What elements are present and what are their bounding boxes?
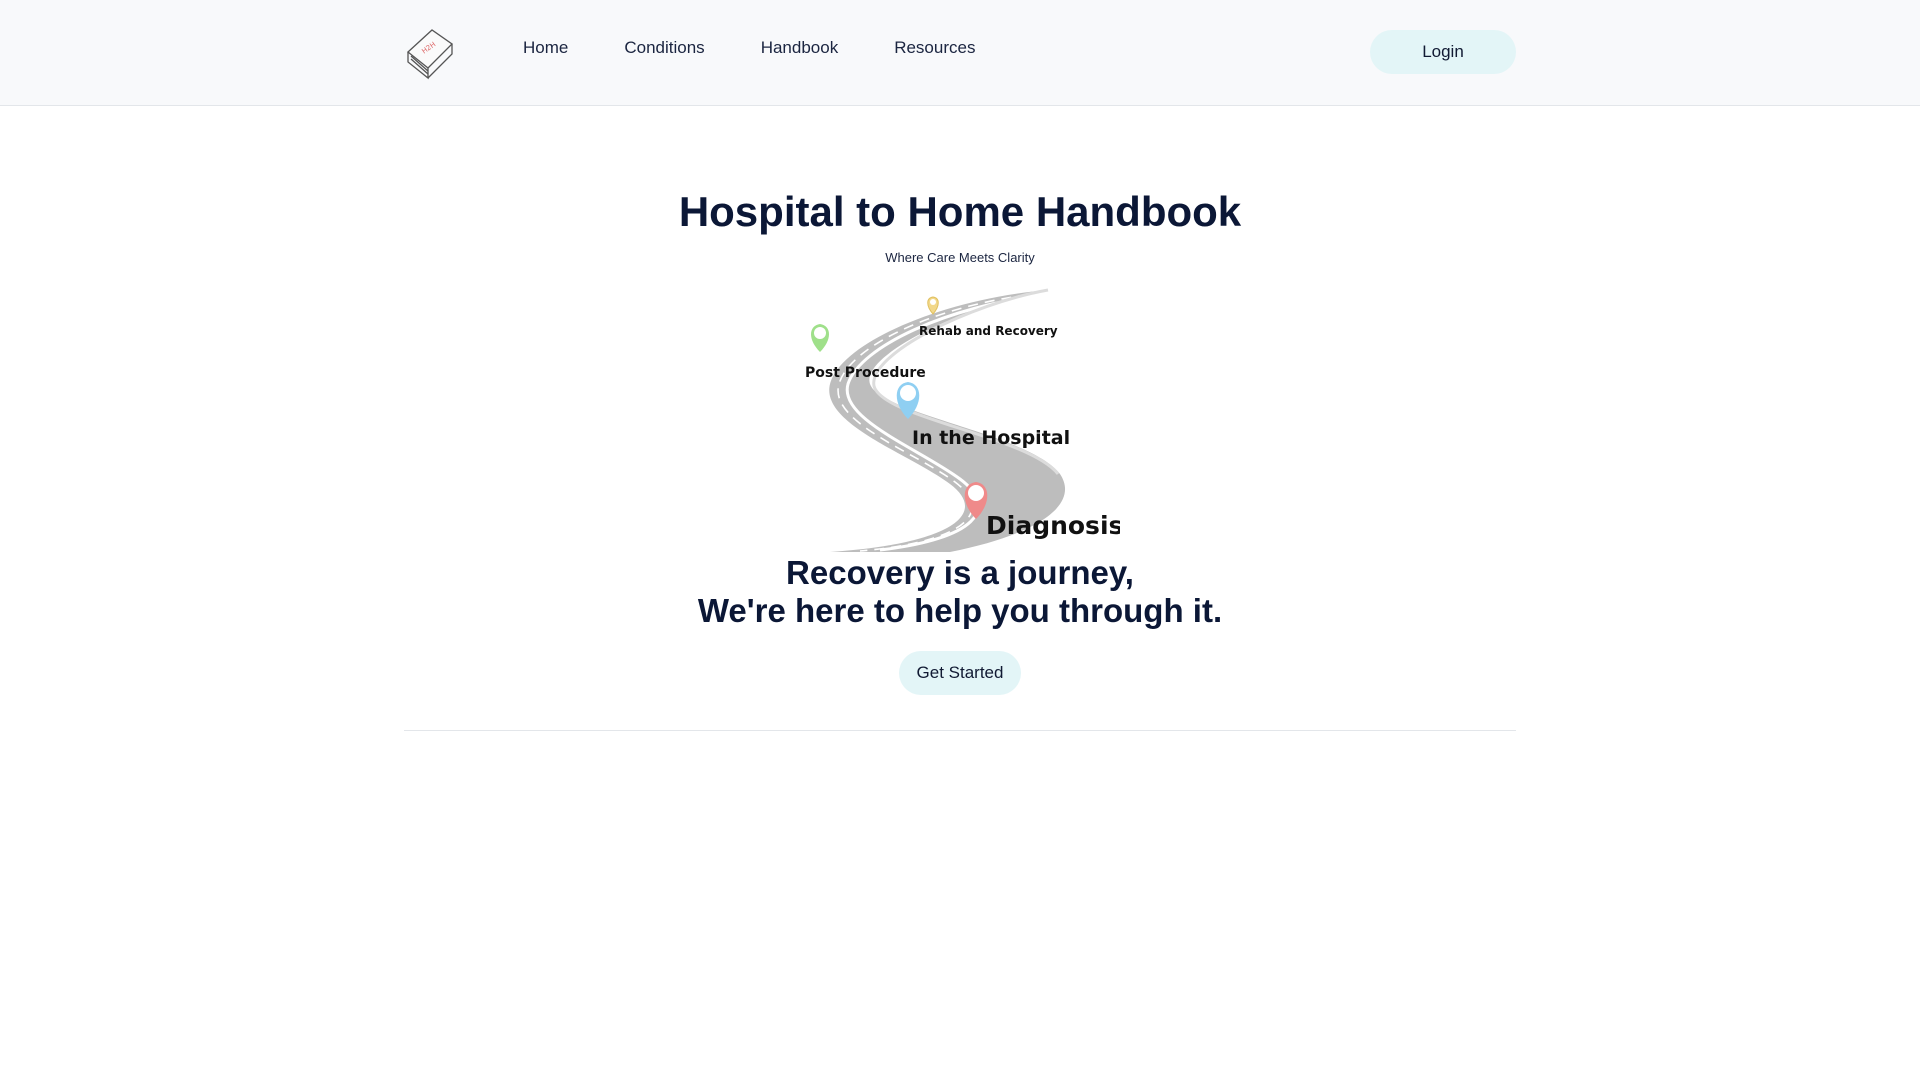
tagline-line-1: Recovery is a journey, bbox=[786, 554, 1134, 591]
stage-label-hospital: In the Hospital bbox=[912, 427, 1070, 449]
post-procedure-pin-icon bbox=[811, 324, 829, 352]
handbook-logo-icon[interactable]: H2H bbox=[404, 26, 456, 80]
nav-resources[interactable]: Resources bbox=[894, 38, 975, 58]
page-subtitle: Where Care Meets Clarity bbox=[885, 250, 1035, 265]
section-divider bbox=[404, 730, 1516, 731]
stage-label-diagnosis: Diagnosis bbox=[986, 511, 1120, 540]
get-started-button[interactable]: Get Started bbox=[899, 651, 1021, 695]
top-navbar: H2H Home Conditions Handbook Resources L… bbox=[0, 0, 1920, 106]
page-title: Hospital to Home Handbook bbox=[678, 188, 1242, 235]
nav-home[interactable]: Home bbox=[523, 38, 568, 58]
hero-tagline: Recovery is a journey, We're here to hel… bbox=[0, 554, 1920, 630]
rehab-pin-icon bbox=[927, 296, 939, 315]
login-button[interactable]: Login bbox=[1370, 30, 1516, 74]
nav-conditions[interactable]: Conditions bbox=[624, 38, 704, 58]
stage-label-rehab: Rehab and Recovery bbox=[919, 324, 1058, 338]
recovery-road-illustration: Rehab and Recovery Post Procedure In the… bbox=[805, 288, 1120, 552]
nav-handbook[interactable]: Handbook bbox=[761, 38, 839, 58]
main-nav: Home Conditions Handbook Resources bbox=[523, 38, 1031, 58]
stage-label-post: Post Procedure bbox=[805, 365, 926, 381]
tagline-line-2: We're here to help you through it. bbox=[697, 592, 1223, 629]
